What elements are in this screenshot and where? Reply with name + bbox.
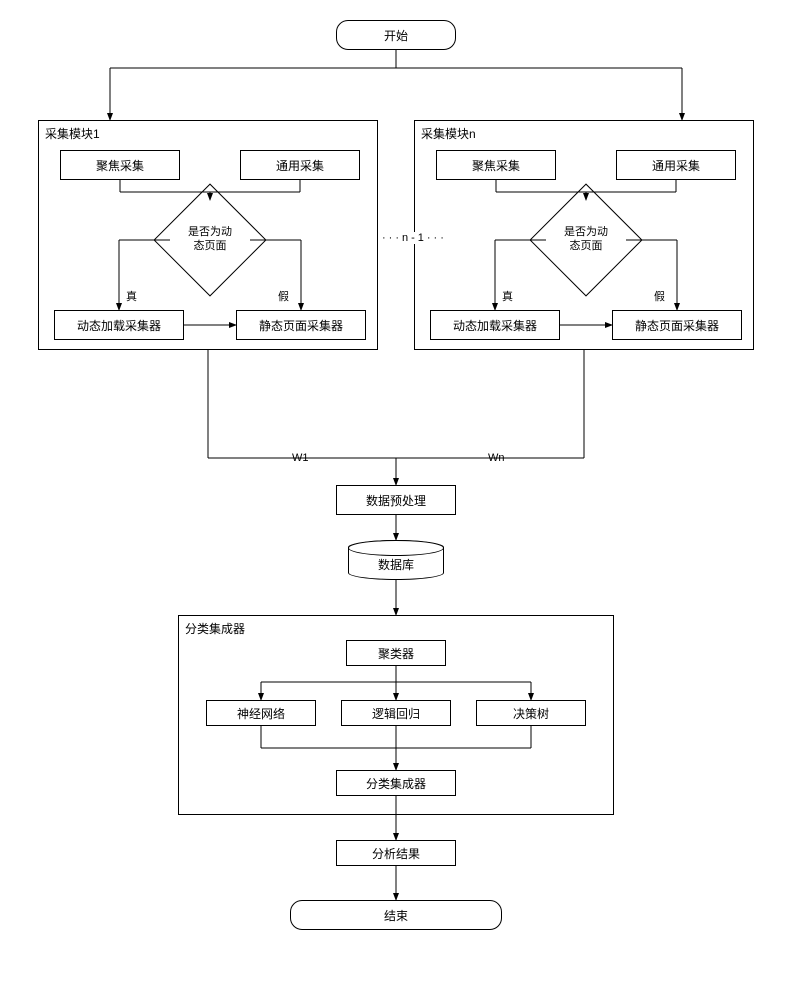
wn-label: Wn bbox=[488, 452, 505, 464]
dynamic-loader-1: 动态加载采集器 bbox=[54, 310, 184, 340]
nn-node: 神经网络 bbox=[206, 700, 316, 726]
dynamic-decision-n-label: 是否为动态页面 bbox=[541, 225, 631, 253]
general-collect-n: 通用采集 bbox=[616, 150, 736, 180]
database-label: 数据库 bbox=[378, 556, 414, 573]
module1-label: 采集模块1 bbox=[45, 125, 100, 142]
dynamic-decision-1-label: 是否为动态页面 bbox=[165, 225, 255, 253]
focus-collect-1: 聚焦采集 bbox=[60, 150, 180, 180]
true-label-n: 真 bbox=[502, 288, 513, 304]
end-node: 结束 bbox=[290, 900, 502, 930]
ensemble-node: 分类集成器 bbox=[336, 770, 456, 796]
flowchart-canvas: 开始 采集模块1 聚焦采集 通用采集 是否为动态页面 动态加载采集器 静态页面采… bbox=[0, 0, 792, 1000]
start-node: 开始 bbox=[336, 20, 456, 50]
general-collect-1: 通用采集 bbox=[240, 150, 360, 180]
static-collector-1: 静态页面采集器 bbox=[236, 310, 366, 340]
modulen-label: 采集模块n bbox=[421, 125, 476, 142]
true-label-1: 真 bbox=[126, 288, 137, 304]
static-collector-n: 静态页面采集器 bbox=[612, 310, 742, 340]
false-label-n: 假 bbox=[654, 288, 665, 304]
false-label-1: 假 bbox=[278, 288, 289, 304]
result-node: 分析结果 bbox=[336, 840, 456, 866]
classifier-box-label: 分类集成器 bbox=[185, 620, 245, 637]
preprocess-node: 数据预处理 bbox=[336, 485, 456, 515]
database-node: 数据库 bbox=[348, 540, 444, 580]
w1-label: W1 bbox=[292, 452, 309, 464]
focus-collect-n: 聚焦采集 bbox=[436, 150, 556, 180]
ellipsis-n-minus-1: ···n-1··· bbox=[382, 232, 447, 244]
cluster-node: 聚类器 bbox=[346, 640, 446, 666]
dynamic-loader-n: 动态加载采集器 bbox=[430, 310, 560, 340]
dt-node: 决策树 bbox=[476, 700, 586, 726]
lr-node: 逻辑回归 bbox=[341, 700, 451, 726]
